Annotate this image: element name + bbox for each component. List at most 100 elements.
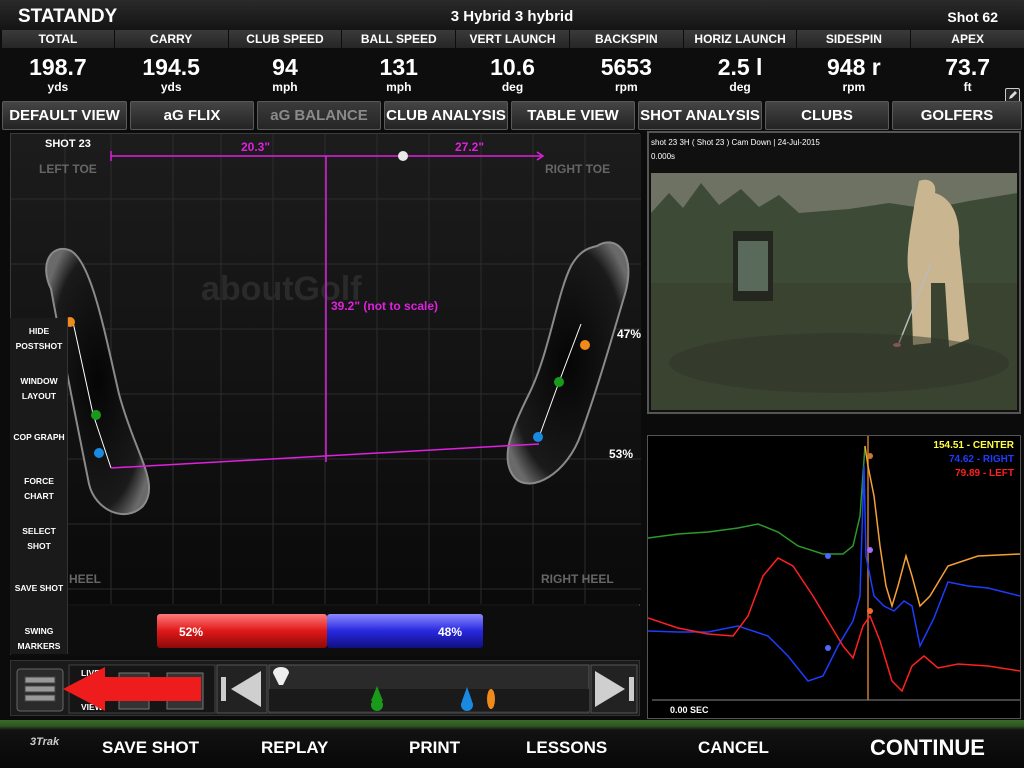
stat-unit: rpm (842, 80, 866, 94)
shot-stats-strip: TOTAL 198.7 yds CARRY 194.5 yds CLUB SPE… (0, 30, 1024, 103)
ball-marker (398, 151, 408, 161)
stat-unit: rpm (614, 80, 638, 94)
distance-left-label: 20.3" (241, 140, 270, 154)
left-heel-label: HEEL (69, 572, 101, 586)
menu-label: POSTSHOT (15, 341, 63, 351)
right-toe-marker (580, 340, 590, 350)
menu-label: SELECT (22, 526, 56, 536)
menu-label: WINDOW (20, 376, 58, 386)
tab-table-view[interactable]: TABLE VIEW (511, 101, 635, 130)
right-toe-percent: 47% (617, 327, 641, 341)
stat-label: TOTAL (2, 30, 114, 48)
lessons-button[interactable]: LESSONS (526, 738, 607, 758)
menu-select-shot[interactable]: SELECT SHOT (10, 524, 68, 554)
stat-label: CARRY (114, 30, 228, 48)
menu-label: HIDE (28, 326, 50, 336)
stat-label: BACKSPIN (569, 30, 683, 48)
menu-save-shot[interactable]: SAVE SHOT (10, 581, 68, 596)
menu-hide-postshot[interactable]: HIDE POSTSHOT (10, 324, 68, 354)
stat-value: 2.5 l (717, 54, 763, 80)
stat-unit: deg (729, 80, 751, 94)
force-graph: 154.51 - CENTER 74.62 - RIGHT 79.89 - LE… (648, 436, 1020, 718)
menu-window-layout[interactable]: WINDOW LAYOUT (10, 374, 68, 404)
stat-club-speed: CLUB SPEED 94 mph (228, 30, 342, 100)
menu-label: FORCE (24, 476, 54, 486)
stat-value: 198.7 (29, 54, 87, 80)
stat-value: 94 (272, 54, 298, 80)
stat-label: CLUB SPEED (228, 30, 342, 48)
stat-label: VERT LAUNCH (456, 30, 569, 48)
stat-value: 5653 (600, 54, 652, 80)
balance-graphic: aboutGolf SHOT 23 LEFT TOE RIGHT TOE HEE… (11, 134, 641, 656)
stat-unit: mph (272, 80, 298, 94)
step-forward-button[interactable] (590, 664, 638, 714)
left-weight-label: 52% (179, 625, 203, 639)
tab-default-view[interactable]: DEFAULT VIEW (2, 101, 127, 130)
stat-value: 73.7 (945, 54, 991, 80)
view-tabs: DEFAULT VIEW aG FLIX aG BALANCE CLUB ANA… (0, 101, 1024, 131)
finish-marker (487, 689, 495, 709)
stat-vert-launch: VERT LAUNCH 10.6 deg (456, 30, 569, 100)
stat-backspin: BACKSPIN 5653 rpm (569, 30, 683, 100)
stat-value: 10.6 (490, 54, 535, 80)
left-force-legend: 79.89 - LEFT (955, 468, 1014, 479)
tab-ag-balance[interactable]: aG BALANCE (257, 101, 381, 130)
menu-label: SAVE SHOT (14, 583, 64, 593)
right-heel-percent: 53% (609, 447, 633, 461)
swing-video-frame (651, 173, 1017, 410)
right-toe-label: RIGHT TOE (545, 162, 610, 176)
cancel-button[interactable]: CANCEL (698, 738, 769, 758)
trak-logo: 3Trak (30, 736, 60, 748)
shot-number: Shot 62 (947, 9, 998, 25)
left-heel-marker (94, 448, 104, 458)
swing-video-panel[interactable]: shot 23 3H ( Shot 23 ) Cam Down | 24-Jul… (647, 131, 1021, 414)
tab-shot-analysis[interactable]: SHOT ANALYSIS (638, 101, 762, 130)
menu-cop-graph[interactable]: COP GRAPH (10, 430, 68, 445)
continue-button[interactable]: CONTINUE (870, 735, 985, 761)
distance-right-label: 27.2" (455, 140, 484, 154)
right-weight-label: 48% (438, 625, 462, 639)
left-toe-label: LEFT TOE (39, 162, 97, 176)
tab-clubs[interactable]: CLUBS (765, 101, 889, 130)
right-heel-marker (533, 432, 543, 442)
hamburger-icon (24, 676, 56, 702)
menu-label: LAYOUT (21, 391, 57, 401)
stat-label: APEX (911, 30, 1024, 48)
playback-bar: LIVE VIEW (10, 660, 640, 716)
menu-toggle-button[interactable] (16, 668, 64, 712)
menu-label: SWING (24, 626, 54, 636)
right-force-legend: 74.62 - RIGHT (949, 454, 1014, 465)
stat-value: 194.5 (142, 54, 200, 80)
video-caption: shot 23 3H ( Shot 23 ) Cam Down | 24-Jul… (651, 138, 820, 147)
stat-ball-speed: BALL SPEED 131 mph (342, 30, 456, 100)
stat-unit: yds (47, 80, 69, 94)
menu-label: CHART (24, 491, 54, 501)
balance-panel: aboutGolf SHOT 23 LEFT TOE RIGHT TOE HEE… (10, 133, 641, 656)
center-force-legend: 154.51 - CENTER (933, 440, 1014, 451)
menu-force-chart[interactable]: FORCE CHART (10, 474, 68, 504)
save-shot-button[interactable]: SAVE SHOT (102, 738, 199, 758)
left-mid-marker (91, 410, 101, 420)
force-graph-panel: 154.51 - CENTER 74.62 - RIGHT 79.89 - LE… (647, 435, 1021, 719)
menu-swing-markers[interactable]: SWING MARKERS (10, 624, 68, 654)
stance-width-label: 39.2" (not to scale) (331, 299, 438, 313)
step-back-button[interactable] (216, 664, 268, 714)
menu-label: SHOT (27, 541, 51, 551)
stat-label: HORIZ LAUNCH (683, 30, 797, 48)
tab-club-analysis[interactable]: CLUB ANALYSIS (384, 101, 508, 130)
stat-unit: deg (501, 80, 524, 94)
print-button[interactable]: PRINT (409, 738, 460, 758)
replay-button[interactable]: REPLAY (261, 738, 328, 758)
bottom-action-bar: 3Trak SAVE SHOT REPLAY PRINT LESSONS CAN… (0, 720, 1024, 768)
tab-golfers[interactable]: GOLFERS (892, 101, 1022, 130)
stat-sidespin: SIDESPIN 948 r rpm (797, 30, 911, 100)
stat-value: 131 (379, 54, 418, 80)
top-bar: STATANDY 3 Hybrid 3 hybrid Shot 62 (0, 0, 1024, 30)
tab-ag-flix[interactable]: aG FLIX (130, 101, 254, 130)
timeline-scrubber[interactable] (268, 664, 590, 714)
stat-carry: CARRY 194.5 yds (114, 30, 228, 100)
shot-label: SHOT 23 (45, 138, 91, 150)
right-heel-label: RIGHT HEEL (541, 572, 614, 586)
stat-label: BALL SPEED (342, 30, 456, 48)
stat-unit: yds (160, 80, 182, 94)
